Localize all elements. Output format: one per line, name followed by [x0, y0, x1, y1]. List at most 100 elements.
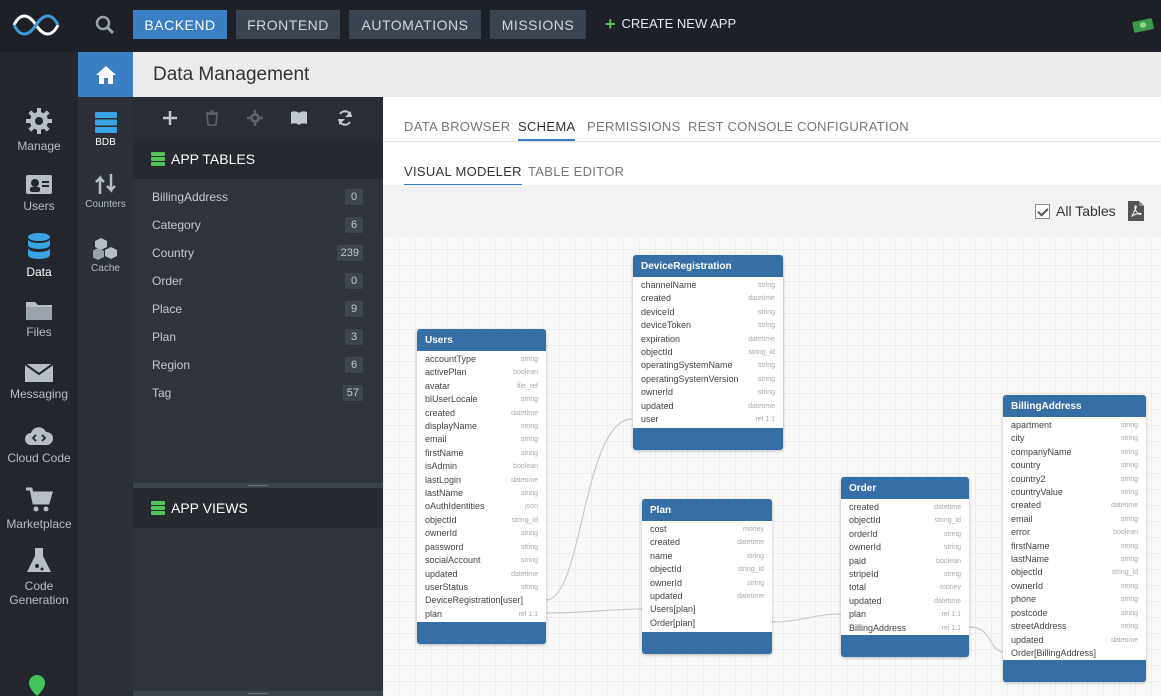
- nav-backend-button[interactable]: BACKEND: [133, 10, 227, 39]
- schema-card-users[interactable]: Users accountType string activePlan boolean…: [417, 329, 546, 644]
- schema-field[interactable]: Order[BillingAddress]: [1011, 647, 1138, 660]
- table-row-place[interactable]: Place 9: [133, 295, 383, 323]
- sidebar-item-cloud-code[interactable]: Cloud Code: [0, 426, 78, 465]
- schema-field[interactable]: lastLogin datetime: [425, 474, 538, 487]
- schema-field[interactable]: displayName string: [425, 420, 538, 433]
- tab-permissions[interactable]: PERMISSIONS: [587, 119, 681, 134]
- schema-field[interactable]: created datetime: [425, 407, 538, 420]
- schema-field[interactable]: BillingAddress rel 1:1: [849, 622, 961, 635]
- table-row-plan[interactable]: Plan 3: [133, 323, 383, 351]
- schema-field[interactable]: ownerId string: [1011, 580, 1138, 593]
- schema-field[interactable]: activePlan boolean: [425, 366, 538, 379]
- table-row-country[interactable]: Country 239: [133, 239, 383, 267]
- create-new-app-button[interactable]: + CREATE NEW APP: [605, 15, 736, 33]
- table-settings-icon[interactable]: [246, 109, 264, 127]
- schema-field[interactable]: updated datetime: [425, 568, 538, 581]
- schema-field[interactable]: accountType string: [425, 353, 538, 366]
- schema-field[interactable]: channelName string: [641, 279, 775, 292]
- backendless-logo-icon[interactable]: [10, 8, 62, 42]
- schema-field[interactable]: firstName string: [425, 447, 538, 460]
- all-tables-checkbox[interactable]: [1035, 203, 1050, 219]
- schema-field[interactable]: expiration datetime: [641, 333, 775, 346]
- schema-card-billingaddress[interactable]: BillingAddress apartment string city string…: [1003, 395, 1146, 682]
- schema-field[interactable]: email string: [1011, 513, 1138, 526]
- schema-field[interactable]: objectId string_id: [641, 346, 775, 359]
- schema-field[interactable]: created datetime: [849, 501, 961, 514]
- delete-table-icon[interactable]: [203, 109, 221, 127]
- table-row-region[interactable]: Region 6: [133, 351, 383, 379]
- nav-missions-button[interactable]: MISSIONS: [490, 10, 586, 39]
- schema-field[interactable]: streetAddress string: [1011, 620, 1138, 633]
- schema-field[interactable]: userStatus string: [425, 581, 538, 594]
- schema-field[interactable]: country2 string: [1011, 473, 1138, 486]
- table-row-billingaddress[interactable]: BillingAddress 0: [133, 183, 383, 211]
- schema-field[interactable]: user rel 1:1: [641, 413, 775, 426]
- schema-field[interactable]: created datetime: [641, 292, 775, 305]
- schema-field[interactable]: blUserLocale string: [425, 393, 538, 406]
- schema-field[interactable]: Order[plan]: [650, 617, 764, 630]
- table-row-order[interactable]: Order 0: [133, 267, 383, 295]
- schema-field[interactable]: Users[plan]: [650, 603, 764, 616]
- schema-field[interactable]: isAdmin boolean: [425, 460, 538, 473]
- tab-data-browser[interactable]: DATA BROWSER: [404, 119, 510, 134]
- schema-field[interactable]: updated datetime: [1011, 634, 1138, 647]
- schema-field[interactable]: objectId string_id: [849, 514, 961, 527]
- schema-field[interactable]: orderId string: [849, 528, 961, 541]
- schema-field[interactable]: city string: [1011, 432, 1138, 445]
- sidebar-item-cache[interactable]: Cache: [78, 236, 133, 274]
- search-icon[interactable]: [94, 14, 116, 36]
- table-row-tag[interactable]: Tag 57: [133, 379, 383, 407]
- schema-field[interactable]: created datetime: [1011, 499, 1138, 512]
- sidebar-item-users[interactable]: Users: [0, 172, 78, 213]
- schema-field[interactable]: socialAccount string: [425, 554, 538, 567]
- schema-card-order[interactable]: Order created datetime objectId string_id or…: [841, 477, 969, 657]
- schema-field[interactable]: plan rel 1:1: [849, 608, 961, 621]
- sidebar-item-marketplace[interactable]: Marketplace: [0, 486, 78, 531]
- schema-field[interactable]: updated datetime: [641, 400, 775, 413]
- app-views-header[interactable]: APP VIEWS: [133, 488, 383, 528]
- schema-field[interactable]: phone string: [1011, 593, 1138, 606]
- sidebar-item-files[interactable]: Files: [0, 298, 78, 339]
- schema-field[interactable]: created datetime: [650, 536, 764, 549]
- schema-field[interactable]: DeviceRegistration[user]: [425, 594, 538, 607]
- schema-field[interactable]: stripeId string: [849, 568, 961, 581]
- app-tables-header[interactable]: APP TABLES: [133, 139, 383, 179]
- sidebar-item-code-generation[interactable]: Code Generation: [0, 546, 78, 607]
- schema-field[interactable]: country string: [1011, 459, 1138, 472]
- sidebar-item-messaging[interactable]: Messaging: [0, 362, 78, 401]
- schema-field[interactable]: oAuthIdentities json: [425, 500, 538, 513]
- schema-field[interactable]: lastName string: [1011, 553, 1138, 566]
- schema-field[interactable]: password string: [425, 541, 538, 554]
- schema-field[interactable]: postcode string: [1011, 607, 1138, 620]
- add-table-icon[interactable]: [161, 109, 179, 127]
- all-tables-toggle[interactable]: All Tables: [1035, 203, 1116, 219]
- sidebar-item-manage[interactable]: Manage: [0, 106, 78, 153]
- pdf-export-icon[interactable]: [1127, 200, 1145, 222]
- schema-field[interactable]: updated datetime: [650, 590, 764, 603]
- money-icon[interactable]: [1131, 16, 1155, 34]
- schema-field[interactable]: ownerId string: [650, 577, 764, 590]
- book-icon[interactable]: [290, 109, 308, 127]
- schema-field[interactable]: countryValue string: [1011, 486, 1138, 499]
- tab-table-editor[interactable]: TABLE EDITOR: [528, 164, 624, 179]
- schema-field[interactable]: objectId string_id: [1011, 566, 1138, 579]
- schema-field[interactable]: email string: [425, 433, 538, 446]
- schema-card-plan[interactable]: Plan cost money created datetime name string o…: [642, 499, 772, 654]
- nav-automations-button[interactable]: AUTOMATIONS: [349, 10, 481, 39]
- refresh-icon[interactable]: [336, 109, 354, 127]
- schema-field[interactable]: objectId string_id: [650, 563, 764, 576]
- panel-bottom-handle[interactable]: [133, 691, 383, 696]
- schema-field[interactable]: updated datetime: [849, 595, 961, 608]
- tab-visual-modeler[interactable]: VISUAL MODELER: [404, 164, 522, 186]
- home-button[interactable]: [78, 52, 133, 97]
- schema-field[interactable]: operatingSystemName string: [641, 359, 775, 372]
- location-pin-icon[interactable]: [26, 674, 48, 696]
- table-row-category[interactable]: Category 6: [133, 211, 383, 239]
- schema-field[interactable]: deviceId string: [641, 306, 775, 319]
- schema-card-deviceregistration[interactable]: DeviceRegistration channelName string crea…: [633, 255, 783, 450]
- schema-field[interactable]: ownerId string: [425, 527, 538, 540]
- schema-field[interactable]: apartment string: [1011, 419, 1138, 432]
- schema-field[interactable]: ownerId string: [641, 386, 775, 399]
- schema-field[interactable]: ownerId string: [849, 541, 961, 554]
- schema-field[interactable]: objectId string_id: [425, 514, 538, 527]
